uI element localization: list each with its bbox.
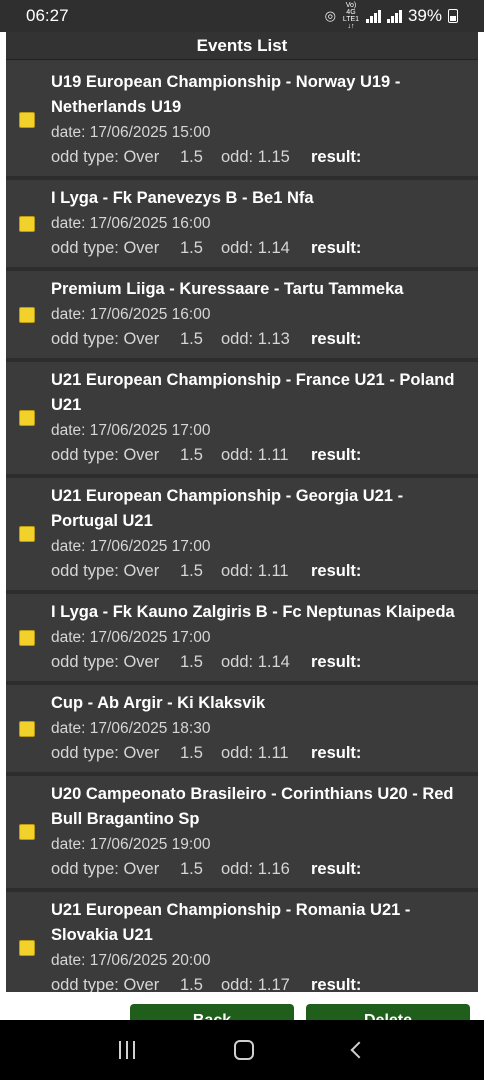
result-label: result:: [311, 860, 362, 878]
event-status-icon: [19, 112, 35, 128]
home-icon[interactable]: [233, 1040, 254, 1060]
event-status-icon: [19, 306, 35, 323]
odd-type-value: 1.5: [180, 744, 203, 762]
odd-type-value: 1.5: [180, 148, 203, 166]
odd-type: odd type: Over: [51, 148, 160, 166]
odd-value: odd: 1.13: [221, 330, 290, 348]
events-list[interactable]: U19 European Championship - Norway U19 -…: [6, 64, 478, 1008]
event-row[interactable]: U20 Campeonato Brasileiro - Corinthians …: [6, 776, 478, 892]
event-odds: odd type: Over 1.5 odd: 1.14 result:: [51, 236, 468, 261]
odd-type-value: 1.5: [180, 653, 203, 671]
event-date: date: 17/06/2025 18:30: [51, 720, 211, 737]
event-date: date: 17/06/2025 17:00: [51, 422, 211, 439]
battery-icon: [448, 9, 458, 23]
odd-value: odd: 1.11: [221, 744, 289, 762]
signal-icon: [365, 9, 381, 23]
event-title: U21 European Championship - Romania U21 …: [51, 901, 411, 944]
odd-type-value: 1.5: [180, 239, 203, 257]
result-label: result:: [311, 562, 362, 580]
event-row[interactable]: I Lyga - Fk Panevezys B - Be1 Nfa date: 1…: [6, 180, 478, 271]
event-row[interactable]: I Lyga - Fk Kauno Zalgiris B - Fc Neptun…: [6, 594, 478, 685]
event-date: date: 17/06/2025 16:00: [51, 306, 211, 323]
delete-button[interactable]: Delete: [306, 1004, 470, 1020]
hotspot-icon: ◎: [324, 8, 336, 23]
odd-type: odd type: Over: [51, 744, 160, 762]
event-status-icon: [19, 720, 35, 737]
odd-value: odd: 1.11: [221, 562, 289, 580]
result-label: result:: [311, 239, 362, 257]
event-odds: odd type: Over 1.5 odd: 1.11 result:: [51, 741, 468, 766]
event-status-icon: [19, 215, 35, 232]
event-odds: odd type: Over 1.5 odd: 1.13 result:: [51, 327, 468, 352]
odd-value: odd: 1.11: [221, 446, 289, 464]
event-title: Cup - Ab Argir - Ki Klaksvik: [51, 694, 266, 712]
odd-type-value: 1.5: [180, 860, 203, 878]
bottom-button-bar: Back Delete: [6, 992, 478, 1020]
event-date: date: 17/06/2025 20:00: [51, 952, 211, 969]
signal-icon: [386, 9, 402, 23]
event-odds: odd type: Over 1.5 odd: 1.11 result:: [51, 559, 468, 584]
odd-type: odd type: Over: [51, 330, 160, 348]
odd-type-value: 1.5: [180, 446, 203, 464]
recents-icon[interactable]: [119, 1041, 136, 1059]
system-nav-bar: [0, 1020, 484, 1080]
status-icons: ◎ Vo) 4G LTE1 ↓↑ 39%: [325, 2, 458, 30]
event-title: U19 European Championship - Norway U19 -…: [51, 73, 401, 116]
event-title: Premium Liiga - Kuressaare - Tartu Tamme…: [51, 280, 404, 298]
page-title: Events List: [6, 32, 478, 60]
back-icon[interactable]: [350, 1041, 368, 1059]
odd-type: odd type: Over: [51, 562, 160, 580]
odd-value: odd: 1.14: [221, 239, 290, 257]
odd-type-value: 1.5: [180, 562, 203, 580]
odd-type-value: 1.5: [180, 330, 203, 348]
app-frame: Events List U19 European Championship - …: [6, 32, 478, 1008]
battery-percent: 39%: [407, 6, 442, 25]
event-status-icon: [19, 629, 35, 646]
odd-value: odd: 1.15: [221, 148, 290, 166]
event-status-icon: [19, 526, 35, 542]
back-button[interactable]: Back: [130, 1004, 294, 1020]
event-odds: odd type: Over 1.5 odd: 1.15 result:: [51, 145, 468, 170]
event-row[interactable]: U21 European Championship - Romania U21 …: [6, 892, 478, 1008]
status-bar: 06:27 ◎ Vo) 4G LTE1 ↓↑ 39%: [0, 0, 484, 32]
event-title: U21 European Championship - France U21 -…: [51, 371, 455, 414]
event-title: I Lyga - Fk Panevezys B - Be1 Nfa: [51, 189, 314, 207]
event-date: date: 17/06/2025 19:00: [51, 836, 211, 853]
odd-value: odd: 1.16: [221, 860, 290, 878]
event-date: date: 17/06/2025 17:00: [51, 629, 211, 646]
event-date: date: 17/06/2025 17:00: [51, 538, 211, 555]
result-label: result:: [311, 744, 362, 762]
event-row[interactable]: U19 European Championship - Norway U19 -…: [6, 64, 478, 180]
odd-value: odd: 1.14: [221, 653, 290, 671]
event-title: U20 Campeonato Brasileiro - Corinthians …: [51, 785, 454, 828]
event-odds: odd type: Over 1.5 odd: 1.16 result:: [51, 857, 468, 882]
network-type-label: Vo) 4G LTE1 ↓↑: [342, 2, 360, 30]
odd-type: odd type: Over: [51, 653, 160, 671]
event-row[interactable]: Premium Liiga - Kuressaare - Tartu Tamme…: [6, 271, 478, 362]
event-odds: odd type: Over 1.5 odd: 1.14 result:: [51, 650, 468, 675]
event-status-icon: [19, 940, 35, 956]
odd-type: odd type: Over: [51, 860, 160, 878]
event-row[interactable]: U21 European Championship - France U21 -…: [6, 362, 478, 478]
event-status-icon: [19, 410, 35, 426]
result-label: result:: [311, 148, 362, 166]
event-row[interactable]: U21 European Championship - Georgia U21 …: [6, 478, 478, 594]
event-date: date: 17/06/2025 15:00: [51, 124, 211, 141]
event-title: I Lyga - Fk Kauno Zalgiris B - Fc Neptun…: [51, 603, 455, 621]
result-label: result:: [311, 446, 362, 464]
odd-type: odd type: Over: [51, 239, 160, 257]
event-row[interactable]: Cup - Ab Argir - Ki Klaksvik date: 17/06/…: [6, 685, 478, 776]
event-title: U21 European Championship - Georgia U21 …: [51, 487, 404, 530]
event-odds: odd type: Over 1.5 odd: 1.11 result:: [51, 443, 468, 468]
event-status-icon: [19, 824, 35, 840]
result-label: result:: [311, 653, 362, 671]
result-label: result:: [311, 330, 362, 348]
status-time: 06:27: [26, 6, 69, 25]
odd-type: odd type: Over: [51, 446, 160, 464]
event-date: date: 17/06/2025 16:00: [51, 215, 211, 232]
